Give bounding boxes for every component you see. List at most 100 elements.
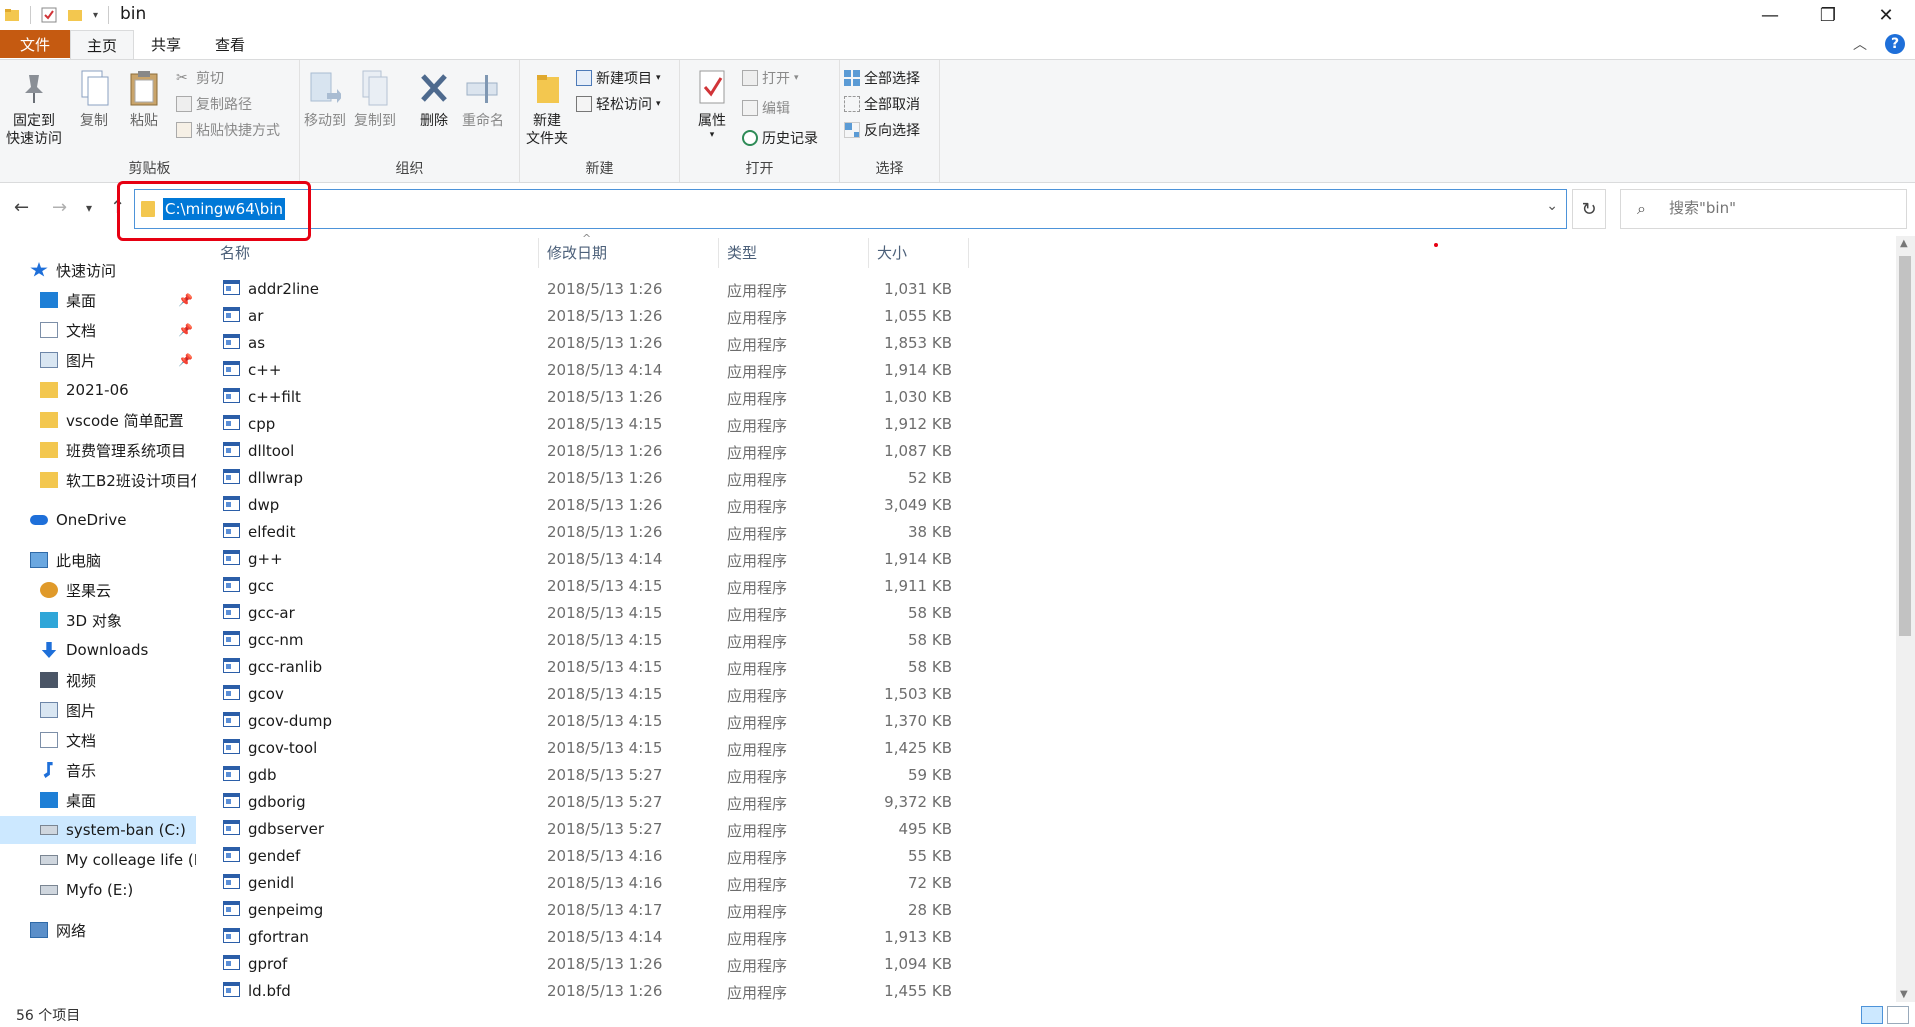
maximize-button[interactable]: ❐	[1799, 0, 1857, 30]
nav-pc-item[interactable]: 坚果云	[0, 576, 196, 604]
scrollbar-thumb[interactable]	[1899, 256, 1911, 636]
open-button[interactable]: 打开 ▾	[742, 68, 799, 88]
forward-arrow-icon[interactable]: →	[52, 197, 67, 218]
rename-button[interactable]: 重命名	[462, 68, 504, 130]
nav-pc-item[interactable]: 文档	[0, 726, 196, 754]
nav-quick-item[interactable]: 软工B2班设计项目代	[0, 466, 196, 494]
edit-button[interactable]: 编辑	[742, 98, 790, 118]
nav-quick-item[interactable]: 桌面 📌	[0, 286, 196, 314]
properties-check-icon[interactable]	[41, 7, 57, 23]
invert-selection-button[interactable]: 反向选择	[844, 120, 920, 140]
easy-access-button[interactable]: 轻松访问 ▾	[576, 94, 661, 114]
nav-network[interactable]: 网络	[0, 916, 196, 944]
file-row[interactable]: c++ 2018/5/13 4:14 应用程序 1,914 KB	[212, 357, 972, 384]
tab-share[interactable]: 共享	[134, 30, 198, 58]
address-path[interactable]: C:\mingw64\bin	[163, 198, 285, 220]
customize-toolbar-chevron-icon[interactable]: ▾	[93, 10, 98, 21]
minimize-button[interactable]: —	[1741, 0, 1799, 30]
history-button[interactable]: 历史记录	[742, 128, 818, 148]
file-row[interactable]: dllwrap 2018/5/13 1:26 应用程序 52 KB	[212, 465, 972, 492]
nav-pc-item[interactable]: 3D 对象	[0, 606, 196, 634]
tab-home[interactable]: 主页	[70, 30, 134, 60]
nav-pc-item[interactable]: 图片	[0, 696, 196, 724]
tab-file[interactable]: 文件	[0, 30, 70, 58]
move-to-button[interactable]: 移动到	[304, 68, 346, 130]
new-folder-button[interactable]: 新建 文件夹	[526, 68, 568, 148]
help-icon[interactable]: ?	[1885, 34, 1905, 54]
delete-button[interactable]: 删除	[416, 68, 452, 130]
new-item-button[interactable]: 新建项目 ▾	[576, 68, 661, 88]
paste-button[interactable]: 粘贴	[126, 68, 162, 130]
properties-button[interactable]: 属性 ▾	[694, 68, 730, 140]
nav-pc-item[interactable]: 视频	[0, 666, 196, 694]
file-row[interactable]: cpp 2018/5/13 4:15 应用程序 1,912 KB	[212, 411, 972, 438]
file-row[interactable]: dlltool 2018/5/13 1:26 应用程序 1,087 KB	[212, 438, 972, 465]
nav-quick-item[interactable]: 图片 📌	[0, 346, 196, 374]
vertical-scrollbar[interactable]: ▲ ▼	[1896, 236, 1915, 1002]
file-row[interactable]: as 2018/5/13 1:26 应用程序 1,853 KB	[212, 330, 972, 357]
nav-this-pc[interactable]: 此电脑	[0, 546, 196, 574]
tab-view[interactable]: 查看	[198, 30, 262, 58]
file-row[interactable]: gendef 2018/5/13 4:16 应用程序 55 KB	[212, 843, 972, 870]
nav-quick-item[interactable]: 班费管理系统项目	[0, 436, 196, 464]
file-row[interactable]: gfortran 2018/5/13 4:14 应用程序 1,913 KB	[212, 924, 972, 951]
cut-button[interactable]: ✂ 剪切	[176, 68, 224, 88]
file-row[interactable]: ar 2018/5/13 1:26 应用程序 1,055 KB	[212, 303, 972, 330]
nav-pc-item[interactable]: 音乐	[0, 756, 196, 784]
select-none-button[interactable]: 全部取消	[844, 94, 920, 114]
close-button[interactable]: ✕	[1857, 0, 1915, 30]
collapse-ribbon-chevron-icon[interactable]: ︿	[1853, 34, 1867, 54]
file-row[interactable]: gdbserver 2018/5/13 5:27 应用程序 495 KB	[212, 816, 972, 843]
file-row[interactable]: g++ 2018/5/13 4:14 应用程序 1,914 KB	[212, 546, 972, 573]
new-folder-icon[interactable]	[67, 7, 83, 23]
file-row[interactable]: gcc 2018/5/13 4:15 应用程序 1,911 KB	[212, 573, 972, 600]
column-type[interactable]: 类型	[719, 238, 869, 268]
scroll-down-arrow-icon[interactable]: ▼	[1900, 989, 1908, 1000]
copy-path-button[interactable]: 复制路径	[176, 94, 252, 114]
nav-quick-access[interactable]: 快速访问	[0, 256, 196, 284]
recent-locations-chevron-icon[interactable]: ▾	[86, 201, 92, 215]
nav-pc-item[interactable]: Downloads	[0, 636, 196, 664]
file-row[interactable]: gprof 2018/5/13 1:26 应用程序 1,094 KB	[212, 951, 972, 978]
scroll-up-arrow-icon[interactable]: ▲	[1900, 238, 1908, 249]
refresh-button[interactable]: ↻	[1572, 189, 1606, 229]
file-row[interactable]: elfedit 2018/5/13 1:26 应用程序 38 KB	[212, 519, 972, 546]
nav-pc-item[interactable]: system-ban (C:)	[0, 816, 196, 844]
file-row[interactable]: gcc-ar 2018/5/13 4:15 应用程序 58 KB	[212, 600, 972, 627]
file-row[interactable]: dwp 2018/5/13 1:26 应用程序 3,049 KB	[212, 492, 972, 519]
copy-to-button[interactable]: 复制到	[354, 68, 396, 130]
nav-onedrive[interactable]: OneDrive	[0, 506, 196, 534]
paste-shortcut-button[interactable]: 粘贴快捷方式	[176, 120, 280, 140]
file-row[interactable]: genidl 2018/5/13 4:16 应用程序 72 KB	[212, 870, 972, 897]
column-date[interactable]: 修改日期	[539, 238, 719, 268]
select-all-button[interactable]: 全部选择	[844, 68, 920, 88]
search-box[interactable]: ⌕	[1620, 189, 1907, 229]
file-row[interactable]: addr2line 2018/5/13 1:26 应用程序 1,031 KB	[212, 276, 972, 303]
pin-quick-access-button[interactable]: 固定到 快速访问	[6, 68, 62, 148]
file-row[interactable]: gcov-dump 2018/5/13 4:15 应用程序 1,370 KB	[212, 708, 972, 735]
search-input[interactable]	[1669, 199, 1889, 217]
file-row[interactable]: gdb 2018/5/13 5:27 应用程序 59 KB	[212, 762, 972, 789]
file-row[interactable]: genpeimg 2018/5/13 4:17 应用程序 28 KB	[212, 897, 972, 924]
address-bar[interactable]: C:\mingw64\bin ⌄	[134, 189, 1567, 229]
nav-quick-item[interactable]: vscode 简单配置	[0, 406, 196, 434]
file-row[interactable]: ld.bfd 2018/5/13 1:26 应用程序 1,455 KB	[212, 978, 972, 1004]
nav-pc-item[interactable]: My colleage life (D	[0, 846, 196, 874]
nav-pc-item[interactable]: Myfo (E:)	[0, 876, 196, 904]
file-row[interactable]: gcov-tool 2018/5/13 4:15 应用程序 1,425 KB	[212, 735, 972, 762]
file-row[interactable]: gdborig 2018/5/13 5:27 应用程序 9,372 KB	[212, 789, 972, 816]
column-name[interactable]: 名称	[212, 238, 539, 268]
back-arrow-icon[interactable]: ←	[14, 197, 29, 218]
large-icons-view-icon[interactable]	[1887, 1006, 1909, 1024]
nav-quick-item[interactable]: 文档 📌	[0, 316, 196, 344]
details-view-icon[interactable]	[1861, 1006, 1883, 1024]
nav-pc-item[interactable]: 桌面	[0, 786, 196, 814]
copy-button[interactable]: 复制	[76, 68, 112, 130]
address-dropdown-chevron-icon[interactable]: ⌄	[1546, 198, 1558, 214]
file-row[interactable]: gcc-nm 2018/5/13 4:15 应用程序 58 KB	[212, 627, 972, 654]
file-row[interactable]: gcc-ranlib 2018/5/13 4:15 应用程序 58 KB	[212, 654, 972, 681]
up-arrow-icon[interactable]: ↑	[110, 197, 125, 218]
file-row[interactable]: gcov 2018/5/13 4:15 应用程序 1,503 KB	[212, 681, 972, 708]
nav-quick-item[interactable]: 2021-06	[0, 376, 196, 404]
file-row[interactable]: c++filt 2018/5/13 1:26 应用程序 1,030 KB	[212, 384, 972, 411]
